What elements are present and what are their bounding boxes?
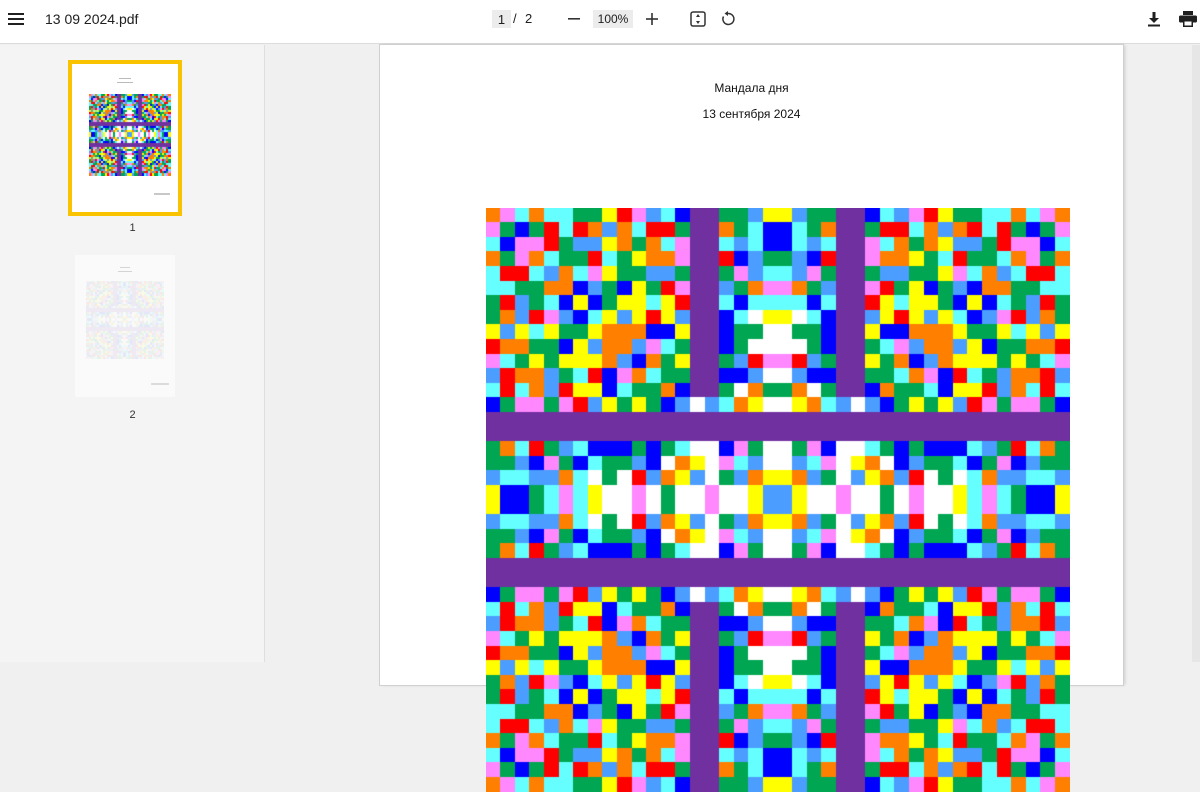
mandala-image: [486, 208, 1070, 792]
file-name: 13 09 2024.pdf: [45, 11, 139, 27]
document-viewer[interactable]: Мандала дня 13 сентября 2024: [266, 45, 1200, 792]
thumbnail-sidebar: 1 2: [0, 45, 265, 662]
thumbnail-footer-line: [151, 383, 169, 385]
thumbnail-footer-line: [154, 193, 170, 195]
page-title: Мандала дня: [714, 81, 789, 95]
thumbnail-date-line: [117, 82, 133, 83]
thumbnail-mandala: [86, 281, 164, 359]
print-icon[interactable]: [1177, 9, 1199, 29]
pdf-toolbar: 13 09 2024.pdf / 2 100%: [0, 0, 1200, 44]
page-thumbnail-1[interactable]: [72, 64, 178, 212]
thumbnail-date-line: [118, 271, 132, 272]
page-thumbnail-2[interactable]: [75, 255, 175, 397]
thumbnail-mandala: [89, 94, 171, 176]
pdf-page: Мандала дня 13 сентября 2024: [380, 45, 1123, 792]
vertical-scrollbar[interactable]: [1192, 45, 1200, 662]
thumbnail-label-1: 1: [129, 222, 136, 234]
menu-icon[interactable]: [6, 9, 26, 29]
page-number-input[interactable]: [492, 10, 511, 28]
thumbnail-title-line: [120, 267, 130, 268]
zoom-in-icon[interactable]: [644, 10, 660, 28]
page-date: 13 сентября 2024: [702, 107, 801, 121]
page-separator: /: [513, 11, 517, 26]
zoom-level[interactable]: 100%: [593, 10, 633, 28]
zoom-out-icon[interactable]: [566, 10, 582, 28]
download-icon[interactable]: [1144, 9, 1164, 29]
thumbnail-label-2: 2: [129, 409, 136, 421]
rotate-icon[interactable]: [718, 9, 738, 29]
total-pages: 2: [525, 11, 533, 26]
fit-page-icon[interactable]: [688, 9, 708, 29]
thumbnail-title-line: [119, 78, 131, 79]
